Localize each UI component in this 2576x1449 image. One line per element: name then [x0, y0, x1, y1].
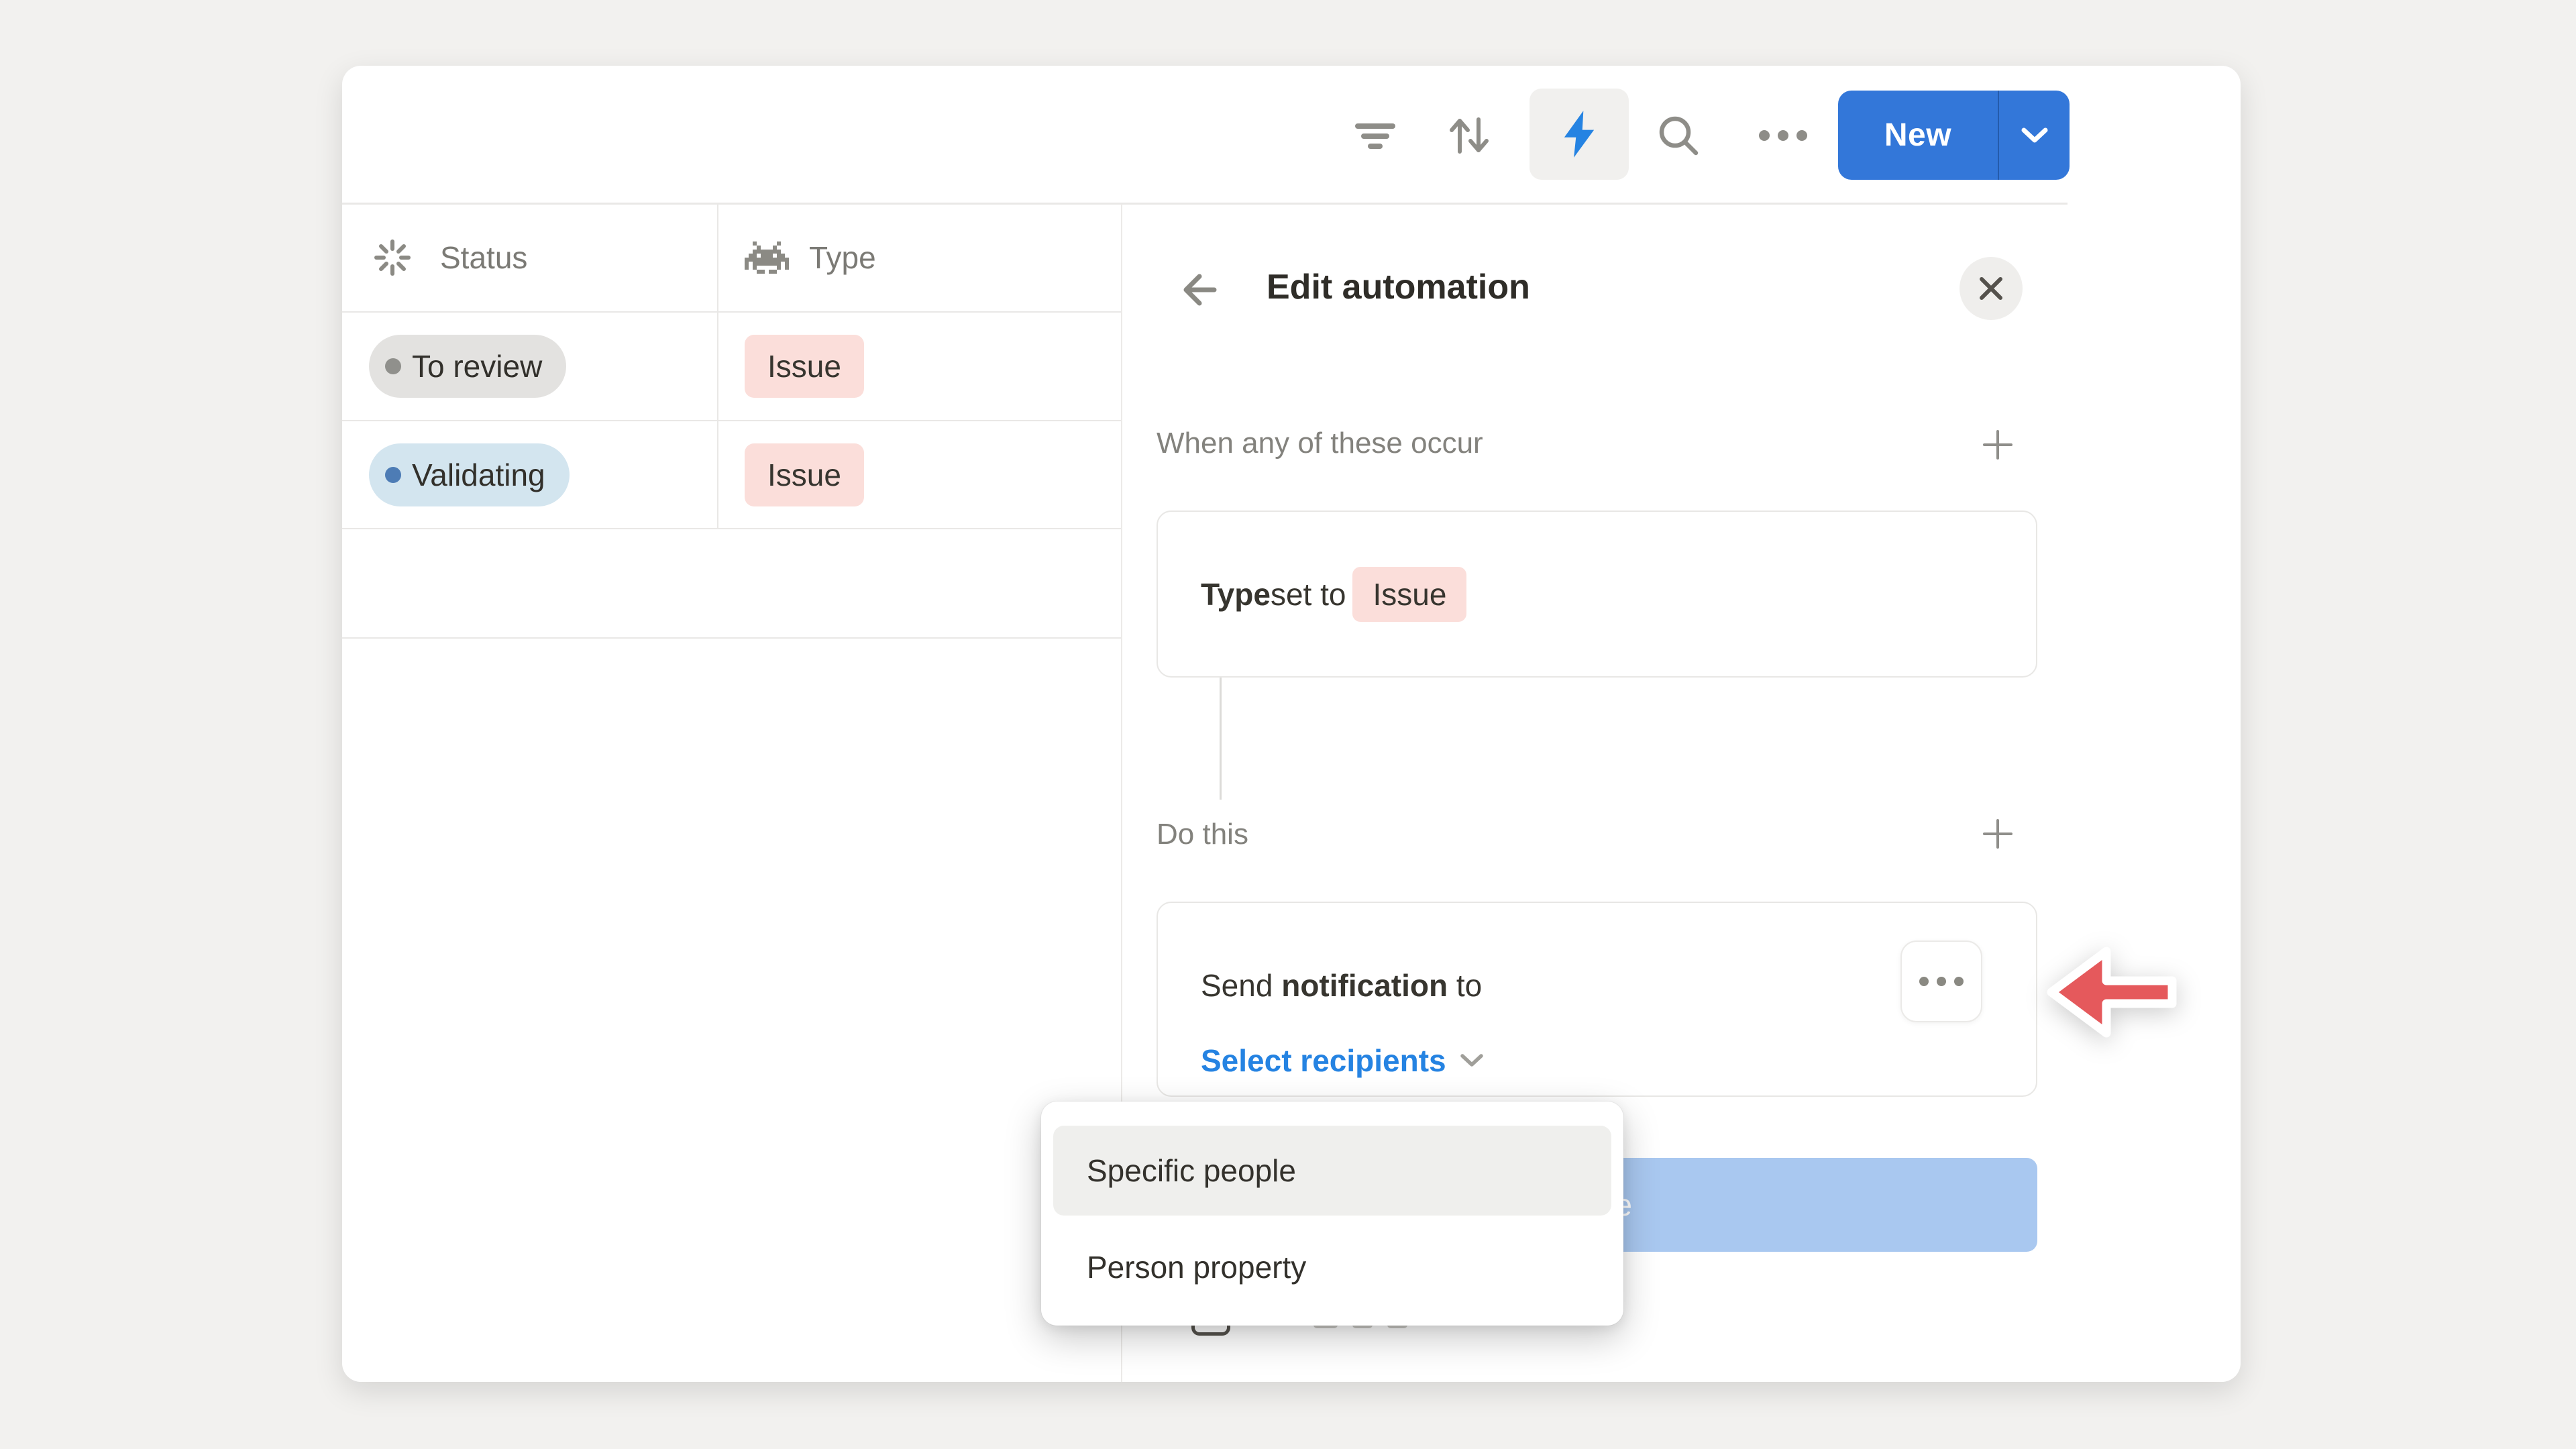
- annotation-arrow-icon: [2042, 938, 2182, 1053]
- table-cell[interactable]: Issue: [745, 421, 1093, 529]
- column-header-label: Status: [440, 239, 527, 276]
- automations-lightning-button[interactable]: [1529, 89, 1629, 180]
- back-arrow-icon: [1174, 264, 1225, 315]
- column-header-status[interactable]: Status: [370, 204, 706, 311]
- dot: [1954, 977, 1964, 986]
- screenshot-root: New Status: [0, 0, 2576, 1449]
- lightning-icon: [1558, 109, 1601, 160]
- new-button[interactable]: New: [1838, 91, 2070, 180]
- space-invader-icon: [745, 241, 789, 274]
- add-trigger-button[interactable]: [1982, 429, 2014, 461]
- table-row[interactable]: To review: [369, 313, 704, 420]
- close-icon: [1978, 276, 2004, 301]
- type-label: Issue: [767, 457, 841, 493]
- status-badge[interactable]: To review: [369, 335, 566, 398]
- add-action-button[interactable]: [1982, 818, 2014, 850]
- sort-icon[interactable]: [1440, 106, 1499, 165]
- column-header-label: Type: [809, 239, 876, 276]
- type-tag[interactable]: Issue: [745, 335, 864, 398]
- trigger-value-tag: Issue: [1352, 567, 1466, 622]
- database-window: New Status: [342, 66, 2241, 1382]
- dot: [1937, 977, 1946, 986]
- action-emphasis: notification: [1281, 968, 1448, 1003]
- panel-title: Edit automation: [1267, 267, 1530, 307]
- status-badge[interactable]: Validating: [369, 443, 570, 506]
- flow-connector-line: [1220, 678, 1222, 800]
- row-border: [342, 637, 1121, 639]
- action-prefix: Send: [1201, 968, 1281, 1003]
- status-label: To review: [412, 348, 542, 384]
- dot: [1919, 977, 1929, 986]
- chevron-down-icon[interactable]: [1460, 1053, 1484, 1068]
- trigger-connector: set to: [1271, 576, 1346, 612]
- back-button[interactable]: [1171, 262, 1228, 318]
- chevron-down-icon: [2020, 127, 2049, 144]
- status-label: Validating: [412, 457, 545, 493]
- column-header-type[interactable]: Type: [745, 204, 1093, 311]
- action-more-button[interactable]: [1900, 941, 1982, 1022]
- filter-icon[interactable]: [1346, 106, 1405, 165]
- menu-item-person-property[interactable]: Person property: [1053, 1222, 1611, 1312]
- trigger-property: Type: [1201, 576, 1271, 612]
- search-icon[interactable]: [1649, 106, 1708, 165]
- trigger-section-label: When any of these occur: [1157, 427, 1483, 460]
- status-dot-icon: [385, 358, 401, 374]
- trigger-value: Issue: [1373, 576, 1446, 612]
- status-spinner-icon: [370, 235, 415, 280]
- column-divider: [717, 204, 718, 528]
- trigger-card[interactable]: Type set to Issue: [1157, 511, 2037, 678]
- table-cell[interactable]: Issue: [745, 313, 1093, 420]
- plus-icon: [1982, 429, 2014, 461]
- action-card[interactable]: Send notification to Select recipients: [1157, 902, 2037, 1097]
- action-section-label: Do this: [1157, 818, 1248, 851]
- close-button[interactable]: [1960, 257, 2023, 320]
- select-recipients-dropdown[interactable]: Select recipients: [1201, 1042, 1446, 1079]
- menu-item-label: Person property: [1087, 1249, 1306, 1285]
- type-label: Issue: [767, 348, 841, 384]
- menu-item-specific-people[interactable]: Specific people: [1053, 1126, 1611, 1216]
- plus-icon: [1982, 818, 2014, 850]
- new-dropdown-button[interactable]: [1999, 91, 2070, 180]
- recipients-dropdown-menu: Specific people Person property: [1041, 1102, 1623, 1326]
- action-suffix: to: [1448, 968, 1482, 1003]
- type-tag[interactable]: Issue: [745, 443, 864, 506]
- status-dot-icon: [385, 467, 401, 483]
- menu-item-label: Specific people: [1087, 1152, 1296, 1189]
- more-icon[interactable]: [1754, 106, 1813, 165]
- table-row[interactable]: Validating: [369, 421, 704, 529]
- new-button-label[interactable]: New: [1838, 91, 1998, 180]
